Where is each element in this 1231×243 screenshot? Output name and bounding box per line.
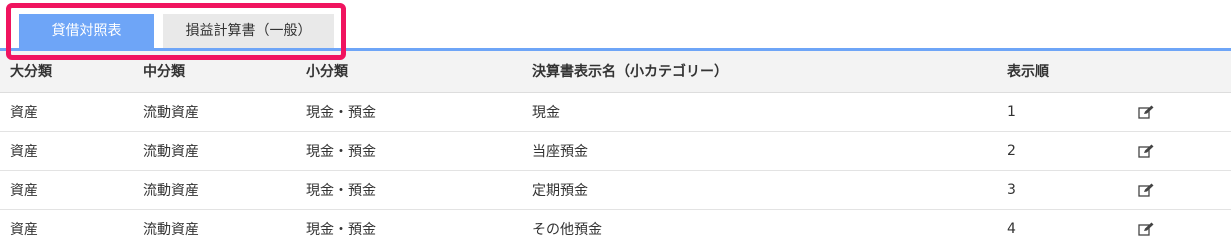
page: 貸借対照表 損益計算書（一般） 大分類 中分類 小分類 決算書表示名（小カテゴリ… (0, 0, 1231, 243)
table-header-row: 大分類 中分類 小分類 決算書表示名（小カテゴリー） 表示順 (0, 51, 1231, 93)
cell-order: 1 (1007, 103, 1016, 120)
edit-icon[interactable] (1138, 144, 1154, 158)
tab-income-statement[interactable]: 損益計算書（一般） (163, 14, 334, 48)
table-row: 資産 流動資産 現金・預金 その他預金 4 (0, 209, 1231, 243)
header-display-name: 決算書表示名（小カテゴリー） (522, 51, 997, 93)
cell-display-name: 当座預金 (532, 143, 588, 160)
cell-display-name: 定期預金 (532, 182, 588, 199)
cell-major: 資産 (10, 221, 38, 238)
cell-actions (1128, 92, 1231, 131)
cell-order: 3 (1007, 181, 1016, 198)
cell-display-name: 現金 (532, 104, 560, 121)
header-major: 大分類 (0, 51, 133, 93)
cell-middle: 流動資産 (143, 104, 199, 121)
cell-display-name: その他預金 (532, 221, 602, 238)
cell-order: 2 (1007, 142, 1016, 159)
cell-actions (1128, 209, 1231, 243)
cell-middle: 流動資産 (143, 221, 199, 238)
cell-middle: 流動資産 (143, 143, 199, 160)
cell-minor: 現金・預金 (306, 221, 376, 238)
cell-major: 資産 (10, 143, 38, 160)
cell-actions (1128, 131, 1231, 170)
tab-bar: 貸借対照表 損益計算書（一般） (19, 14, 334, 48)
edit-icon[interactable] (1138, 105, 1154, 119)
cell-minor: 現金・預金 (306, 182, 376, 199)
table-row: 資産 流動資産 現金・預金 現金 1 (0, 92, 1231, 131)
table-row: 資産 流動資産 現金・預金 当座預金 2 (0, 131, 1231, 170)
header-minor: 小分類 (296, 51, 522, 93)
cell-major: 資産 (10, 182, 38, 199)
cell-middle: 流動資産 (143, 182, 199, 199)
header-order: 表示順 (997, 51, 1128, 93)
cell-order: 4 (1007, 220, 1016, 237)
table-row: 資産 流動資産 現金・預金 定期預金 3 (0, 170, 1231, 209)
cell-major: 資産 (10, 104, 38, 121)
cell-minor: 現金・預金 (306, 104, 376, 121)
edit-icon[interactable] (1138, 222, 1154, 236)
category-table: 大分類 中分類 小分類 決算書表示名（小カテゴリー） 表示順 資産 流動資産 現… (0, 51, 1231, 243)
edit-icon[interactable] (1138, 183, 1154, 197)
cell-minor: 現金・預金 (306, 143, 376, 160)
cell-actions (1128, 170, 1231, 209)
tab-balance-sheet[interactable]: 貸借対照表 (19, 14, 154, 48)
header-actions (1128, 51, 1231, 93)
header-middle: 中分類 (133, 51, 296, 93)
